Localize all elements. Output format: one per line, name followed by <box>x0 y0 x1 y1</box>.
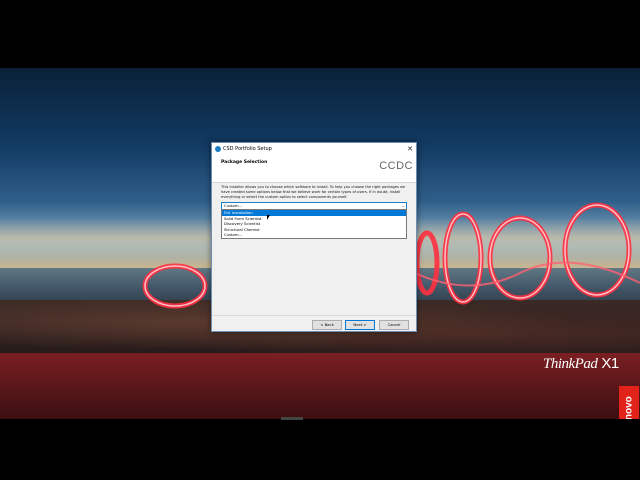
window-title: CSD Portfolio Setup <box>223 145 272 152</box>
brand-model: X1 <box>601 355 619 372</box>
app-icon <box>215 145 221 152</box>
thinkpad-brand: ThinkPad X1 <box>543 355 619 373</box>
title-bar: CSD Portfolio Setup ✕ <box>212 143 416 154</box>
lenovo-logo: Lenovo <box>619 386 639 419</box>
setup-dialog: CSD Portfolio Setup ✕ Package Selection … <box>211 142 417 332</box>
option-custom[interactable]: Custom... <box>222 232 406 238</box>
next-button[interactable]: Next > <box>345 320 375 330</box>
package-select-value: Custom... <box>224 203 243 208</box>
dialog-footer: < Back Next > Cancel <box>212 315 416 331</box>
close-icon[interactable]: ✕ <box>404 145 416 153</box>
section-title: Package Selection <box>221 160 268 165</box>
package-dropdown-list: Full Installation Solid Form Scientist D… <box>221 209 407 239</box>
cancel-button[interactable]: Cancel <box>379 320 409 330</box>
mouse-cursor-icon <box>267 215 270 220</box>
back-button[interactable]: < Back <box>312 320 342 330</box>
brand-name: ThinkPad <box>543 356 598 372</box>
taskbar-indicator <box>281 417 303 420</box>
description-text: This installer allows you to choose whic… <box>221 185 406 199</box>
ccdc-logo: CCDC <box>379 160 413 172</box>
dialog-header: Package Selection CCDC <box>212 154 416 183</box>
